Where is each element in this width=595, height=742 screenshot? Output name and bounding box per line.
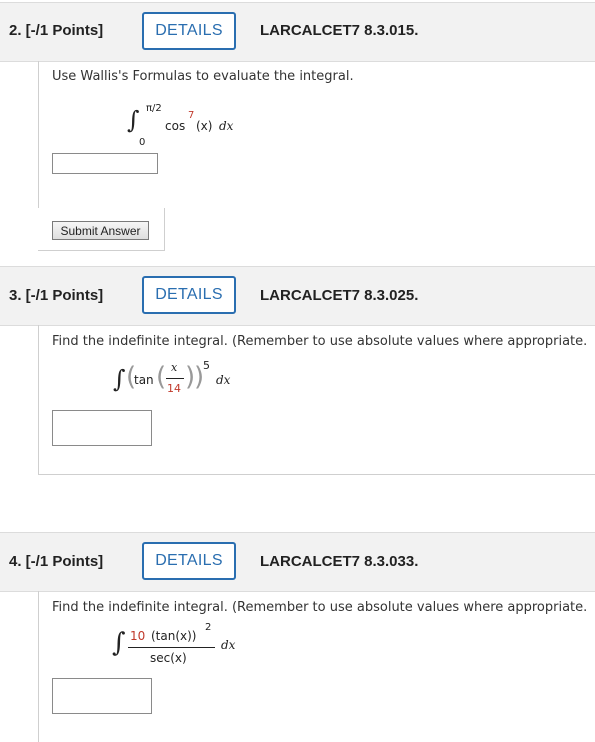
question-3-details-button[interactable]: DETAILS bbox=[142, 276, 236, 314]
integrand-func: tan bbox=[134, 373, 154, 387]
differential: dx bbox=[219, 119, 234, 133]
upper-limit: π/2 bbox=[146, 103, 162, 114]
question-4-problem-id: LARCALCET7 8.3.033. bbox=[260, 553, 419, 570]
question-2-answer-input[interactable] bbox=[52, 153, 158, 174]
integrand-exponent: 7 bbox=[188, 110, 195, 121]
question-4-prompt: Find the indefinite integral. (Remember … bbox=[52, 600, 588, 615]
numerator-expression: (tan(x)) bbox=[151, 629, 197, 643]
numerator-exponent: 2 bbox=[205, 622, 212, 633]
fraction-numerator: x bbox=[171, 361, 178, 374]
integral-sign: ∫ bbox=[127, 106, 140, 134]
numerator-coefficient: 10 bbox=[130, 629, 146, 643]
question-3-answer-input[interactable] bbox=[52, 410, 152, 446]
question-2-points: 2. [-/1 Points] bbox=[9, 22, 104, 39]
fraction-bar bbox=[166, 378, 184, 379]
integrand-exponent: 5 bbox=[203, 359, 210, 372]
lower-limit: 0 bbox=[139, 137, 146, 148]
integral-sign: ∫ bbox=[112, 628, 126, 658]
fraction-denominator: 14 bbox=[167, 382, 181, 395]
integrand-func: cos bbox=[165, 119, 186, 133]
denominator-expression: sec(x) bbox=[150, 651, 187, 665]
question-2-problem-id: LARCALCET7 8.3.015. bbox=[260, 22, 419, 39]
question-2-prompt: Use Wallis's Formulas to evaluate the in… bbox=[52, 69, 354, 84]
question-4-answer-input[interactable] bbox=[52, 678, 152, 714]
fraction-bar bbox=[128, 647, 215, 648]
question-3-problem-id: LARCALCET7 8.3.025. bbox=[260, 287, 419, 304]
inner-open-paren: ( bbox=[156, 362, 167, 392]
question-4-details-button[interactable]: DETAILS bbox=[142, 542, 236, 580]
differential: dx bbox=[221, 638, 236, 652]
question-3-prompt: Find the indefinite integral. (Remember … bbox=[52, 334, 588, 349]
question-3-points: 3. [-/1 Points] bbox=[9, 287, 104, 304]
integral-sign: ∫ bbox=[113, 365, 126, 393]
integrand-arg: (x) bbox=[196, 119, 213, 133]
differential: dx bbox=[216, 373, 231, 387]
question-2-details-button[interactable]: DETAILS bbox=[142, 12, 236, 50]
submit-answer-button[interactable]: Submit Answer bbox=[52, 221, 149, 240]
question-4-points: 4. [-/1 Points] bbox=[9, 553, 104, 570]
